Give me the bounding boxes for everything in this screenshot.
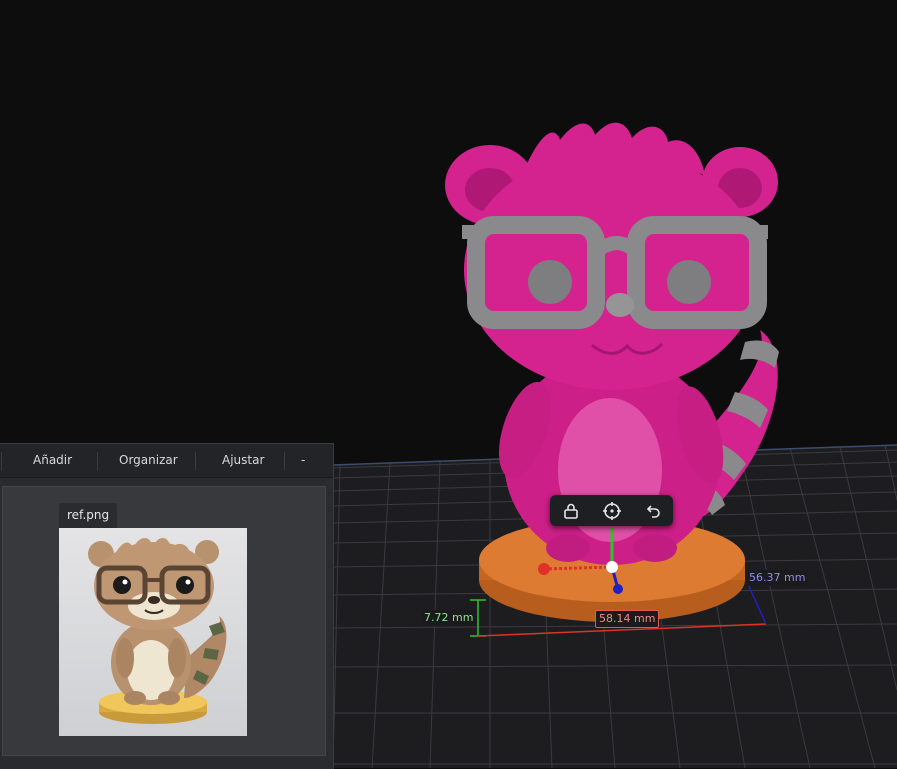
reference-raccoon-image	[88, 537, 227, 724]
center-button[interactable]	[591, 495, 632, 526]
menu-item-ajustar[interactable]: Ajustar	[222, 453, 264, 467]
lock-icon	[563, 503, 578, 519]
undo-button[interactable]	[632, 495, 673, 526]
object-toolbar	[550, 495, 673, 526]
menu-separator	[97, 452, 98, 470]
menu-separator	[1, 452, 2, 470]
reference-image-label: ref.png	[59, 503, 118, 528]
undo-icon	[646, 504, 660, 518]
depth-dimension-label: 56.37 mm	[746, 570, 809, 586]
menu-item-organizar[interactable]: Organizar	[119, 453, 178, 467]
reference-image[interactable]	[59, 528, 247, 736]
height-dimension-label: 7.72 mm	[421, 610, 477, 626]
crosshair-icon	[602, 501, 621, 520]
menu-separator	[195, 452, 196, 470]
width-dimension-label: 58.14 mm	[595, 610, 660, 628]
menu-separator	[284, 452, 285, 470]
lock-button[interactable]	[550, 495, 591, 526]
menu-item-more[interactable]: -	[301, 453, 305, 467]
panel-menubar: Añadir Organizar Ajustar -	[0, 444, 333, 478]
menu-item-anadir[interactable]: Añadir	[33, 453, 72, 467]
